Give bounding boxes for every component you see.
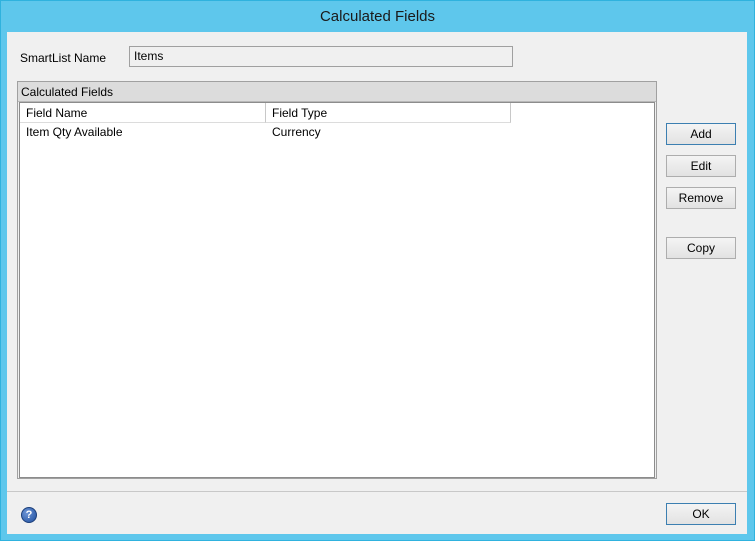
smartlist-name-field[interactable]: Items	[129, 46, 513, 67]
column-header-field-type[interactable]: Field Type	[266, 103, 511, 123]
table-row[interactable]: Item Qty Available Currency	[20, 123, 654, 142]
cell-field-type: Currency	[272, 125, 321, 139]
edit-button[interactable]: Edit	[666, 155, 736, 177]
title-bar[interactable]: Calculated Fields	[1, 1, 754, 32]
window-title: Calculated Fields	[319, 8, 436, 25]
add-button[interactable]: Add	[666, 123, 736, 145]
copy-button[interactable]: Copy	[666, 237, 736, 259]
dialog-client-area: SmartList Name Items Calculated Fields F…	[7, 32, 747, 534]
calculated-fields-group: Calculated Fields Field Name Field Type …	[17, 81, 657, 479]
ok-button[interactable]: OK	[666, 503, 736, 525]
remove-button[interactable]: Remove	[666, 187, 736, 209]
group-title: Calculated Fields	[18, 82, 656, 102]
cell-field-name: Item Qty Available	[26, 125, 123, 139]
smartlist-name-label: SmartList Name	[20, 51, 107, 65]
column-header-field-name[interactable]: Field Name	[20, 103, 266, 123]
footer-divider	[7, 491, 747, 492]
dialog-window: Calculated Fields SmartList Name Items C…	[0, 0, 755, 541]
help-icon[interactable]: ?	[21, 507, 37, 523]
calculated-fields-list[interactable]: Field Name Field Type Item Qty Available…	[19, 102, 655, 478]
